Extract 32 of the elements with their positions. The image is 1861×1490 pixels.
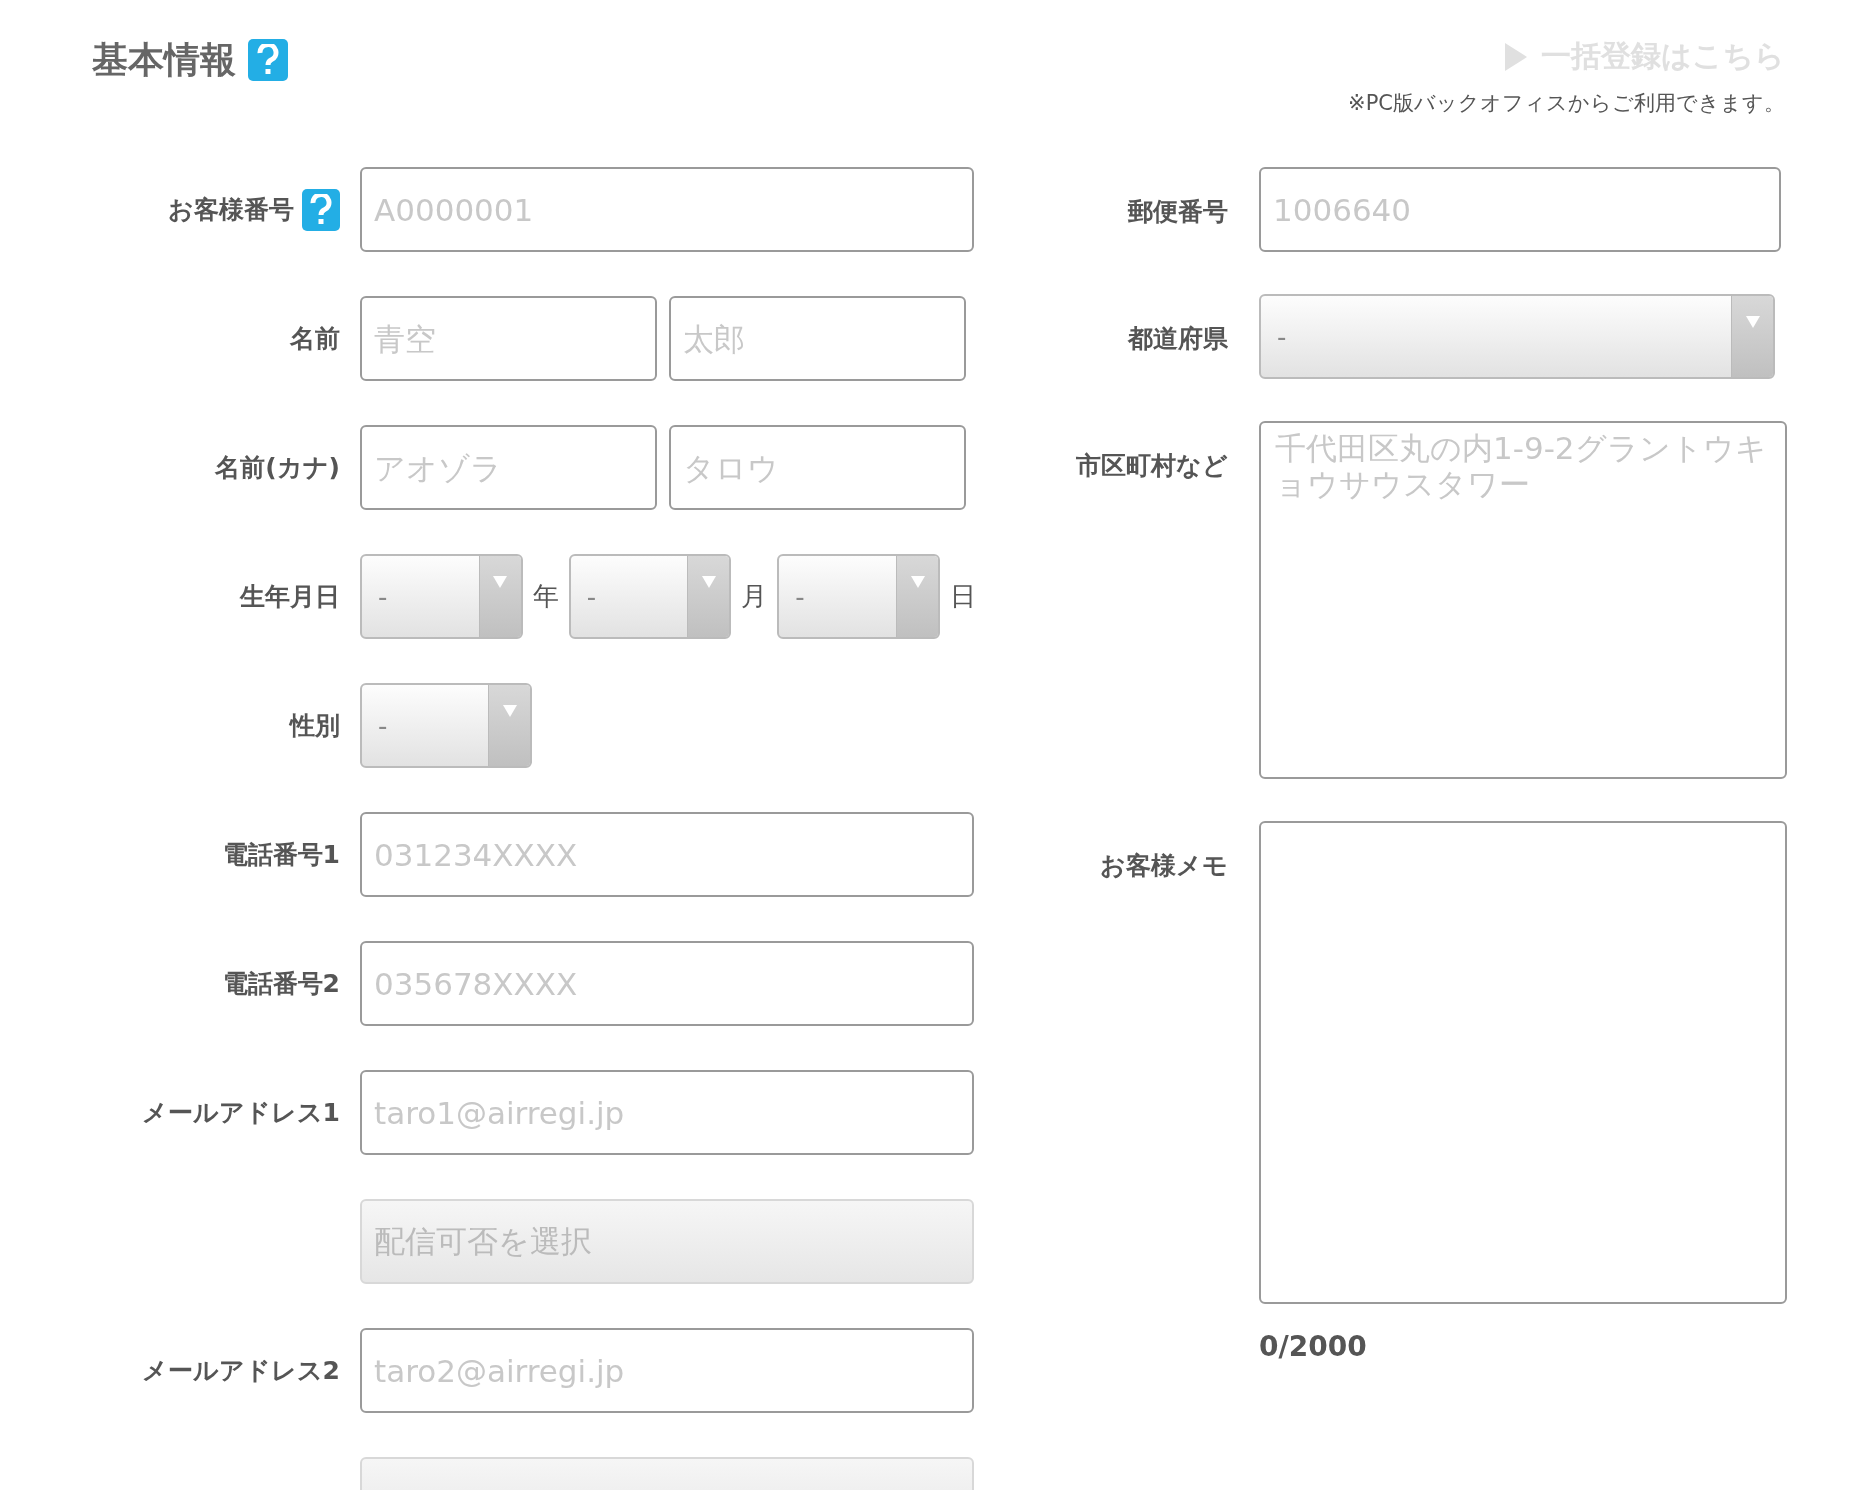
dropdown-arrow-icon <box>701 576 716 588</box>
field-label: お客様番号 <box>168 194 294 226</box>
field-label: 市区町村など <box>1076 450 1228 482</box>
character-counter: 0/2000 <box>1259 1330 1368 1363</box>
dropdown[interactable]: - <box>1259 294 1775 379</box>
field-label: メールアドレス1 <box>141 1097 340 1129</box>
dropdown-arrow-icon <box>493 576 508 588</box>
section-title: 基本情報 <box>92 37 236 82</box>
dropdown-arrow-icon <box>502 705 517 717</box>
field-label: 名前 <box>290 323 340 355</box>
unit-label: 年 <box>532 580 559 613</box>
dropdown-arrow-icon <box>1745 316 1760 328</box>
field-label: 名前(カナ) <box>215 452 340 484</box>
play-triangle-icon <box>1505 42 1527 71</box>
dropdown[interactable]: - <box>568 554 732 639</box>
help-icon[interactable] <box>302 188 340 231</box>
field-label: 電話番号1 <box>222 839 340 871</box>
dropdown[interactable]: - <box>360 554 523 639</box>
field-label: メールアドレス2 <box>141 1355 340 1387</box>
unit-label: 月 <box>741 580 768 613</box>
field-label: 電話番号2 <box>222 968 340 1000</box>
field-label: 都道府県 <box>1128 323 1228 355</box>
field-label: 郵便番号 <box>1128 196 1228 228</box>
help-icon[interactable] <box>248 39 288 81</box>
dropdown[interactable]: - <box>777 554 940 639</box>
unit-label: 日 <box>950 580 976 613</box>
field-label: 生年月日 <box>240 581 340 613</box>
dropdown[interactable]: - <box>360 683 532 768</box>
dropdown-arrow-icon <box>910 576 925 588</box>
note-text: ※PC版バックオフィスからご利用できます。 <box>1348 90 1785 117</box>
field-label: お客様メモ <box>1100 850 1228 882</box>
field-label: 性別 <box>290 710 340 742</box>
